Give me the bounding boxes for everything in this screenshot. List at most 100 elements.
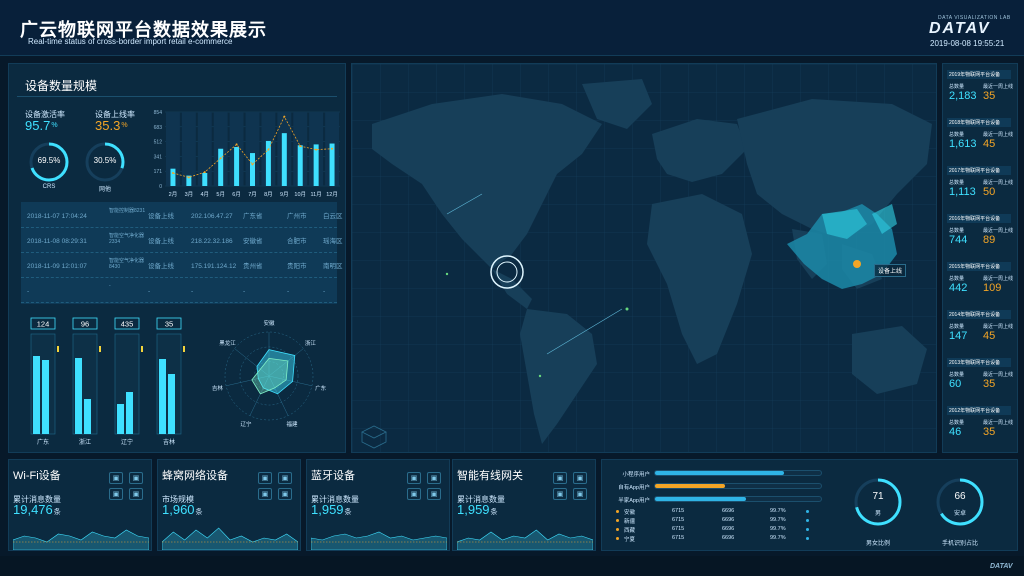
ring1-label: CRS [42,184,56,190]
grid-icon[interactable]: ▣ [553,488,567,500]
year-stat-value1: 147 [949,330,968,342]
cell-time: - [27,288,30,295]
grid-icon[interactable]: ▣ [573,488,587,500]
table-row[interactable]: ------- [21,281,337,303]
device-card-unit: 条 [195,509,203,516]
year-stat-card[interactable]: 2018年物联网平台设备 总数量 最近一周上线 1,613 45 [947,118,1015,162]
row-dot-icon [806,528,809,531]
phone-ring-caption: 手机识别占比 [941,541,978,547]
year-stat-label2: 最近一周上线 [983,228,1014,234]
sparkline-chart [311,531,447,550]
cell-province: 广东省 [243,213,263,220]
table-row[interactable]: 2018-11-09 12:01:07 智能空气净化器8430 设备上线 175.19… [21,256,343,278]
year-stat-label2: 最近一周上线 [983,420,1014,426]
grid-icon[interactable]: ▣ [553,472,567,484]
world-map-panel[interactable]: 设备上线 [351,63,937,453]
cell-action: 设备上线 [148,213,174,220]
row-dot-icon [806,510,809,513]
grid-icon[interactable]: ▣ [407,488,421,500]
table-row[interactable]: 西藏 6715 6696 99.7% [616,526,826,534]
x-tick-label: 3月 [185,191,194,198]
grid-icon[interactable]: ▣ [427,472,441,484]
device-card-title: 蓝牙设备 [311,470,355,482]
cell-a: 6715 [672,526,685,532]
x-tick-label: 辽宁 [121,438,133,446]
grid-icon[interactable]: ▣ [109,488,123,500]
grid-icon[interactable]: ▣ [129,488,143,500]
table-row[interactable]: 新疆 6715 6696 99.7% [616,517,826,525]
ring2-label: 网他 [98,187,111,193]
x-tick-label: 2月 [169,191,178,198]
year-stat-card[interactable]: 2015年物联网平台设备 总数量 最近一周上线 442 109 [947,262,1015,306]
table-row[interactable]: 2018-11-08 08:29:31 智能空气净化器2334 设备上线 218.22… [21,231,343,253]
year-stat-value2: 35 [983,90,996,102]
cell-ip: 175.191.124.12 [191,263,237,270]
bar-marker [141,346,143,352]
year-stat-card[interactable]: 2013年物联网平台设备 总数量 最近一周上线 60 35 [947,358,1015,402]
year-stat-value2: 109 [983,282,1002,294]
table-row[interactable]: 2018-11-07 17:04:24 智能控制器8231 设备上线 202.106.… [21,206,343,228]
year-stat-card[interactable]: 2019年物联网平台设备 总数量 最近一周上线 2,183 35 [947,70,1015,114]
year-stat-card[interactable]: 2017年物联网平台设备 总数量 最近一周上线 1,113 50 [947,166,1015,210]
year-stat-value1: 1,113 [949,186,976,198]
device-card-title: 智能有线网关 [457,470,523,482]
year-stat-label2: 最近一周上线 [983,132,1014,138]
cell-b: 6696 [722,526,735,532]
table-row[interactable]: 宁夏 6715 6696 99.7% [616,535,826,543]
year-stats-panel: 2019年物联网平台设备 总数量 最近一周上线 2,183 35 2018年物联网平台设备… [942,63,1018,453]
grid-icon[interactable]: ▣ [573,472,587,484]
bar [42,360,49,434]
grid-icon[interactable]: ▣ [278,472,292,484]
row-dot-icon [806,537,809,540]
grid-icon[interactable]: ▣ [258,488,272,500]
device-card-title: Wi-Fi设备 [13,470,61,482]
table-row[interactable]: 安徽 6715 6696 99.7% [616,508,826,516]
cell-b: 6696 [722,517,735,523]
grid-icon[interactable]: ▣ [258,472,272,484]
year-stat-card[interactable]: 2012年物联网平台设备 总数量 最近一周上线 46 35 [947,406,1015,450]
year-stat-value2: 50 [983,186,996,198]
page-subtitle: Real-time status of cross-border import … [28,37,233,46]
year-stat-title: 2019年物联网平台设备 [947,70,1011,79]
year-stat-value2: 89 [983,234,996,246]
y-tick-label: 0 [159,184,162,190]
bar [265,140,271,186]
bar [75,358,82,434]
grid-icon[interactable]: ▣ [407,472,421,484]
device-card[interactable]: 蜂窝网络设备 ▣ ▣ ▣ ▣ 市场规模 1,960 条 [157,459,301,551]
user-bar-track [654,470,822,476]
bar-value-label: 96 [81,320,89,329]
grid-icon[interactable]: ▣ [129,472,143,484]
x-tick-label: 广东 [37,438,49,446]
line-point [219,157,222,160]
phone-ring-unit: 安卓 [953,511,966,517]
device-card-value: 19,476 [13,502,53,517]
user-bar-track [654,496,822,502]
grid-icon[interactable]: ▣ [278,488,292,500]
cell-c: 99.7% [770,517,786,523]
year-stat-card[interactable]: 2016年物联网平台设备 总数量 最近一周上线 744 89 [947,214,1015,258]
gender-ring-unit: 男 [874,511,881,517]
year-stat-title: 2018年物联网平台设备 [947,118,1011,127]
x-tick-label: 8月 [264,191,273,198]
bar [126,392,133,434]
grid-icon[interactable]: ▣ [427,488,441,500]
grid-icon[interactable]: ▣ [109,472,123,484]
cell-district: 白云区 [323,213,343,220]
bar [250,153,255,186]
cell-time: 2018-11-08 08:29:31 [27,238,87,245]
device-card[interactable]: 智能有线网关 ▣ ▣ ▣ ▣ 累计消息数量 1,959 条 [452,459,596,551]
device-card-value-row: 1,959 条 [311,502,352,517]
radar-axis-label: 吉林 [212,384,224,392]
row-dot-icon [616,519,619,522]
cell-device: 智能空气净化器2334 [109,233,145,245]
divider [17,96,337,97]
device-card[interactable]: Wi-Fi设备 ▣ ▣ ▣ ▣ 累计消息数量 19,476 条 [8,459,152,551]
x-tick-label: 5月 [216,191,225,198]
device-card[interactable]: 蓝牙设备 ▣ ▣ ▣ ▣ 累计消息数量 1,959 条 [306,459,450,551]
cell-province: - [243,288,246,295]
year-stat-card[interactable]: 2014年物联网平台设备 总数量 最近一周上线 147 45 [947,310,1015,354]
line-point [283,115,286,118]
cell-ip: 202.106.47.27 [191,213,233,220]
y-tick-label: 341 [154,154,163,160]
